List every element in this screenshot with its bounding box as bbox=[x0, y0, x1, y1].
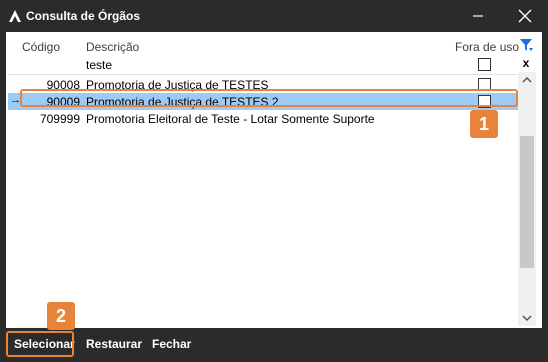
filter-descricao-input[interactable]: teste bbox=[86, 58, 112, 72]
column-header-codigo[interactable]: Código bbox=[22, 40, 60, 54]
callout-badge-2: 2 bbox=[47, 302, 75, 330]
chevron-down-icon bbox=[522, 315, 532, 322]
close-icon bbox=[518, 9, 532, 23]
results-grid: Código Descrição Fora de uso teste 90008… bbox=[8, 34, 520, 326]
scroll-up-button[interactable] bbox=[518, 72, 536, 88]
cell-descricao: Promotoria Eleitoral de Teste - Lotar So… bbox=[86, 112, 375, 126]
window-title: Consulta de Órgãos bbox=[26, 9, 141, 23]
column-header-descricao[interactable]: Descrição bbox=[86, 40, 139, 54]
bottom-bar: Selecionar Restaurar Fechar bbox=[0, 328, 548, 362]
chevron-up-icon bbox=[522, 76, 532, 83]
content-area: Código Descrição Fora de uso teste 90008… bbox=[6, 32, 542, 328]
callout-highlight-selecionar bbox=[6, 331, 74, 357]
filter-row: teste bbox=[8, 55, 520, 73]
title-bar: Consulta de Órgãos bbox=[0, 0, 548, 32]
minimize-icon bbox=[473, 15, 483, 17]
filter-icon bbox=[520, 39, 533, 51]
scroll-down-button[interactable] bbox=[518, 310, 536, 326]
fechar-button[interactable]: Fechar bbox=[152, 337, 191, 351]
scroll-thumb[interactable] bbox=[520, 136, 534, 268]
close-button[interactable] bbox=[506, 0, 542, 32]
clear-filter-button[interactable]: x bbox=[517, 55, 535, 71]
dialog-window: Consulta de Órgãos Código Descrição Fora… bbox=[0, 0, 548, 362]
header-divider bbox=[8, 74, 520, 75]
app-logo-icon bbox=[9, 10, 21, 22]
filter-button[interactable] bbox=[517, 36, 535, 54]
cell-codigo: 709999 bbox=[39, 112, 80, 126]
filter-fora-de-uso-checkbox[interactable] bbox=[478, 58, 491, 71]
callout-highlight-row bbox=[20, 89, 518, 107]
vertical-scrollbar[interactable] bbox=[518, 72, 536, 326]
callout-badge-1: 1 bbox=[470, 110, 498, 138]
minimize-button[interactable] bbox=[460, 0, 496, 32]
grid-header: Código Descrição Fora de uso bbox=[8, 37, 520, 55]
table-row[interactable]: 709999 Promotoria Eleitoral de Teste - L… bbox=[8, 110, 520, 127]
restaurar-button[interactable]: Restaurar bbox=[86, 337, 142, 351]
column-header-fora-de-uso[interactable]: Fora de uso bbox=[455, 40, 519, 54]
